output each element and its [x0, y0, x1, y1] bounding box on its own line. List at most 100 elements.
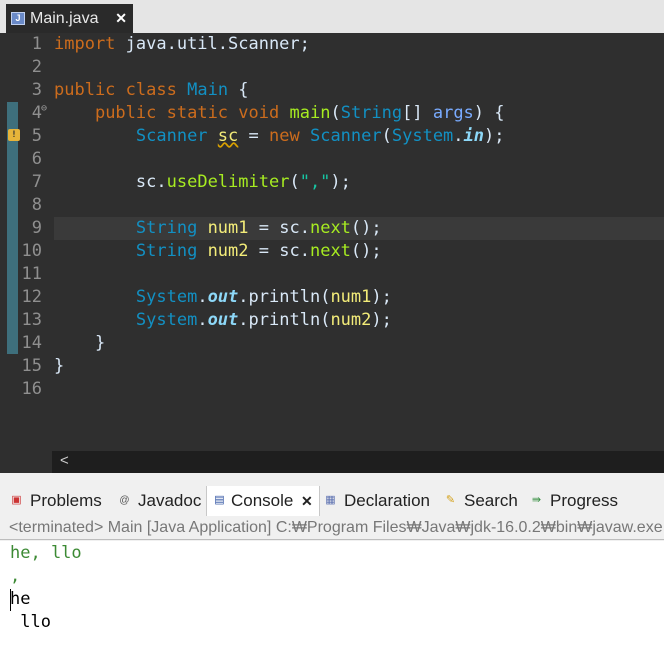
code-token: . — [299, 241, 310, 261]
code-token: . — [238, 287, 249, 307]
type-token: String — [135, 241, 198, 261]
code-token: . — [197, 287, 208, 307]
problems-icon: ▣ — [11, 494, 22, 506]
tab-label: Console — [231, 491, 294, 510]
method-token: next — [309, 218, 351, 238]
horizontal-scrollbar[interactable]: < — [52, 451, 664, 473]
code-line-7[interactable]: sc.useDelimiter(","); — [54, 171, 664, 194]
line-number: 4 — [31, 103, 42, 123]
search-icon: ✎ — [445, 494, 456, 506]
tab-search[interactable]: ✎ Search — [444, 486, 524, 516]
console-input-line: , — [10, 566, 21, 586]
type-token: System — [391, 126, 454, 146]
code-token: ); — [371, 310, 392, 330]
code-token: ( — [381, 126, 392, 146]
progress-icon: ⇛ — [531, 494, 542, 506]
code-line-3[interactable]: public class Main { — [54, 79, 664, 102]
tab-label: Javadoc — [138, 491, 202, 510]
line-number: 15 — [21, 356, 42, 376]
line-number: 2 — [31, 57, 42, 77]
code-token: (); — [350, 218, 382, 238]
line-number: 3 — [31, 80, 42, 100]
string-token: "," — [299, 172, 331, 192]
line-number: 1 — [31, 34, 42, 54]
keyword-token: new — [269, 126, 300, 146]
tab-declaration[interactable]: ▦ Declaration — [324, 486, 436, 516]
code-token: = — [248, 218, 280, 238]
console-output[interactable]: he, llo , he llo — [0, 541, 664, 672]
code-token: } — [54, 356, 65, 376]
code-token: . — [453, 126, 464, 146]
code-token: = — [248, 241, 280, 261]
code-token: ( — [320, 287, 331, 307]
type-token: String — [340, 103, 403, 123]
class-name-token: Main — [187, 80, 229, 100]
code-token: = — [238, 126, 269, 146]
method-token: main — [289, 103, 331, 123]
warning-icon[interactable]: ! — [8, 129, 20, 141]
code-line-15[interactable]: } — [54, 355, 664, 378]
close-icon[interactable]: ✕ — [301, 486, 313, 516]
console-input-line: he, llo — [10, 543, 82, 563]
code-editor[interactable]: ! ⊖ 1 2 3 4 5 6 7 8 9 10 11 12 13 14 15 … — [0, 33, 664, 473]
code-token: sc — [135, 172, 157, 192]
code-line-1[interactable]: import java.util.Scanner; — [54, 33, 664, 56]
line-number: 14 — [21, 333, 42, 353]
variable-token: num2 — [207, 241, 249, 261]
tab-progress[interactable]: ⇛ Progress — [530, 486, 630, 516]
code-token: ) { — [473, 103, 505, 123]
fold-collapse-icon[interactable]: ⊖ — [41, 104, 50, 114]
line-number: 5 — [31, 126, 42, 146]
console-output-line: he — [10, 589, 31, 609]
code-token: ); — [371, 287, 392, 307]
tab-console[interactable]: ▤ Console ✕ — [206, 486, 320, 516]
variable-token: num2 — [330, 310, 372, 330]
code-token: . — [156, 172, 167, 192]
code-token: { — [228, 80, 249, 100]
code-token: } — [94, 333, 106, 353]
code-line-13[interactable]: System.out.println(num2); — [54, 309, 664, 332]
line-number: 9 — [31, 218, 42, 238]
code-token: ( — [289, 172, 300, 192]
close-icon[interactable]: ✕ — [115, 4, 127, 33]
line-number: 11 — [21, 264, 42, 284]
variable-token: num1 — [207, 218, 249, 238]
tab-problems[interactable]: ▣ Problems — [10, 486, 110, 516]
java-file-icon: J — [11, 12, 25, 25]
code-token: [] — [402, 103, 433, 123]
type-token: Scanner — [135, 126, 208, 146]
keyword-token: public — [94, 103, 157, 123]
method-token: println — [248, 287, 321, 307]
type-token: System — [135, 310, 198, 330]
line-number: 6 — [31, 149, 42, 169]
code-token: sc — [279, 218, 300, 238]
code-line-5[interactable]: Scanner sc = new Scanner(System.in); — [54, 125, 664, 148]
line-number: 13 — [21, 310, 42, 330]
code-line-4[interactable]: public static void main(String[] args) { — [54, 102, 664, 125]
method-token: useDelimiter — [166, 172, 290, 192]
method-token: next — [309, 241, 351, 261]
scroll-left-icon[interactable]: < — [60, 452, 69, 469]
editor-tab-bar: J Main.java ✕ — [0, 0, 664, 33]
keyword-token: public — [54, 80, 116, 100]
tab-javadoc[interactable]: @ Javadoc — [118, 486, 202, 516]
view-tab-bar: ▣ Problems @ Javadoc ▤ Console ✕ ▦ Decla… — [0, 486, 664, 516]
console-icon: ▤ — [214, 494, 225, 506]
code-line-9[interactable]: String num1 = sc.next(); — [54, 217, 664, 240]
code-token: java.util.Scanner; — [115, 34, 310, 54]
type-token: System — [135, 287, 198, 307]
declaration-icon: ▦ — [325, 494, 336, 506]
code-line-12[interactable]: System.out.println(num1); — [54, 286, 664, 309]
keyword-token: import — [54, 34, 116, 54]
code-line-10[interactable]: String num2 = sc.next(); — [54, 240, 664, 263]
code-token: sc — [279, 241, 300, 261]
code-token: ( — [320, 310, 331, 330]
field-token: out — [207, 310, 239, 330]
code-line-14[interactable]: } — [54, 332, 664, 355]
javadoc-icon: @ — [119, 495, 130, 506]
editor-tab-main-java[interactable]: J Main.java ✕ — [6, 4, 133, 33]
tab-label: Declaration — [344, 491, 430, 510]
code-token: (); — [350, 241, 382, 261]
console-description: <terminated> Main [Java Application] C:₩… — [0, 516, 664, 540]
editor-tab-title: Main.java — [30, 10, 99, 27]
